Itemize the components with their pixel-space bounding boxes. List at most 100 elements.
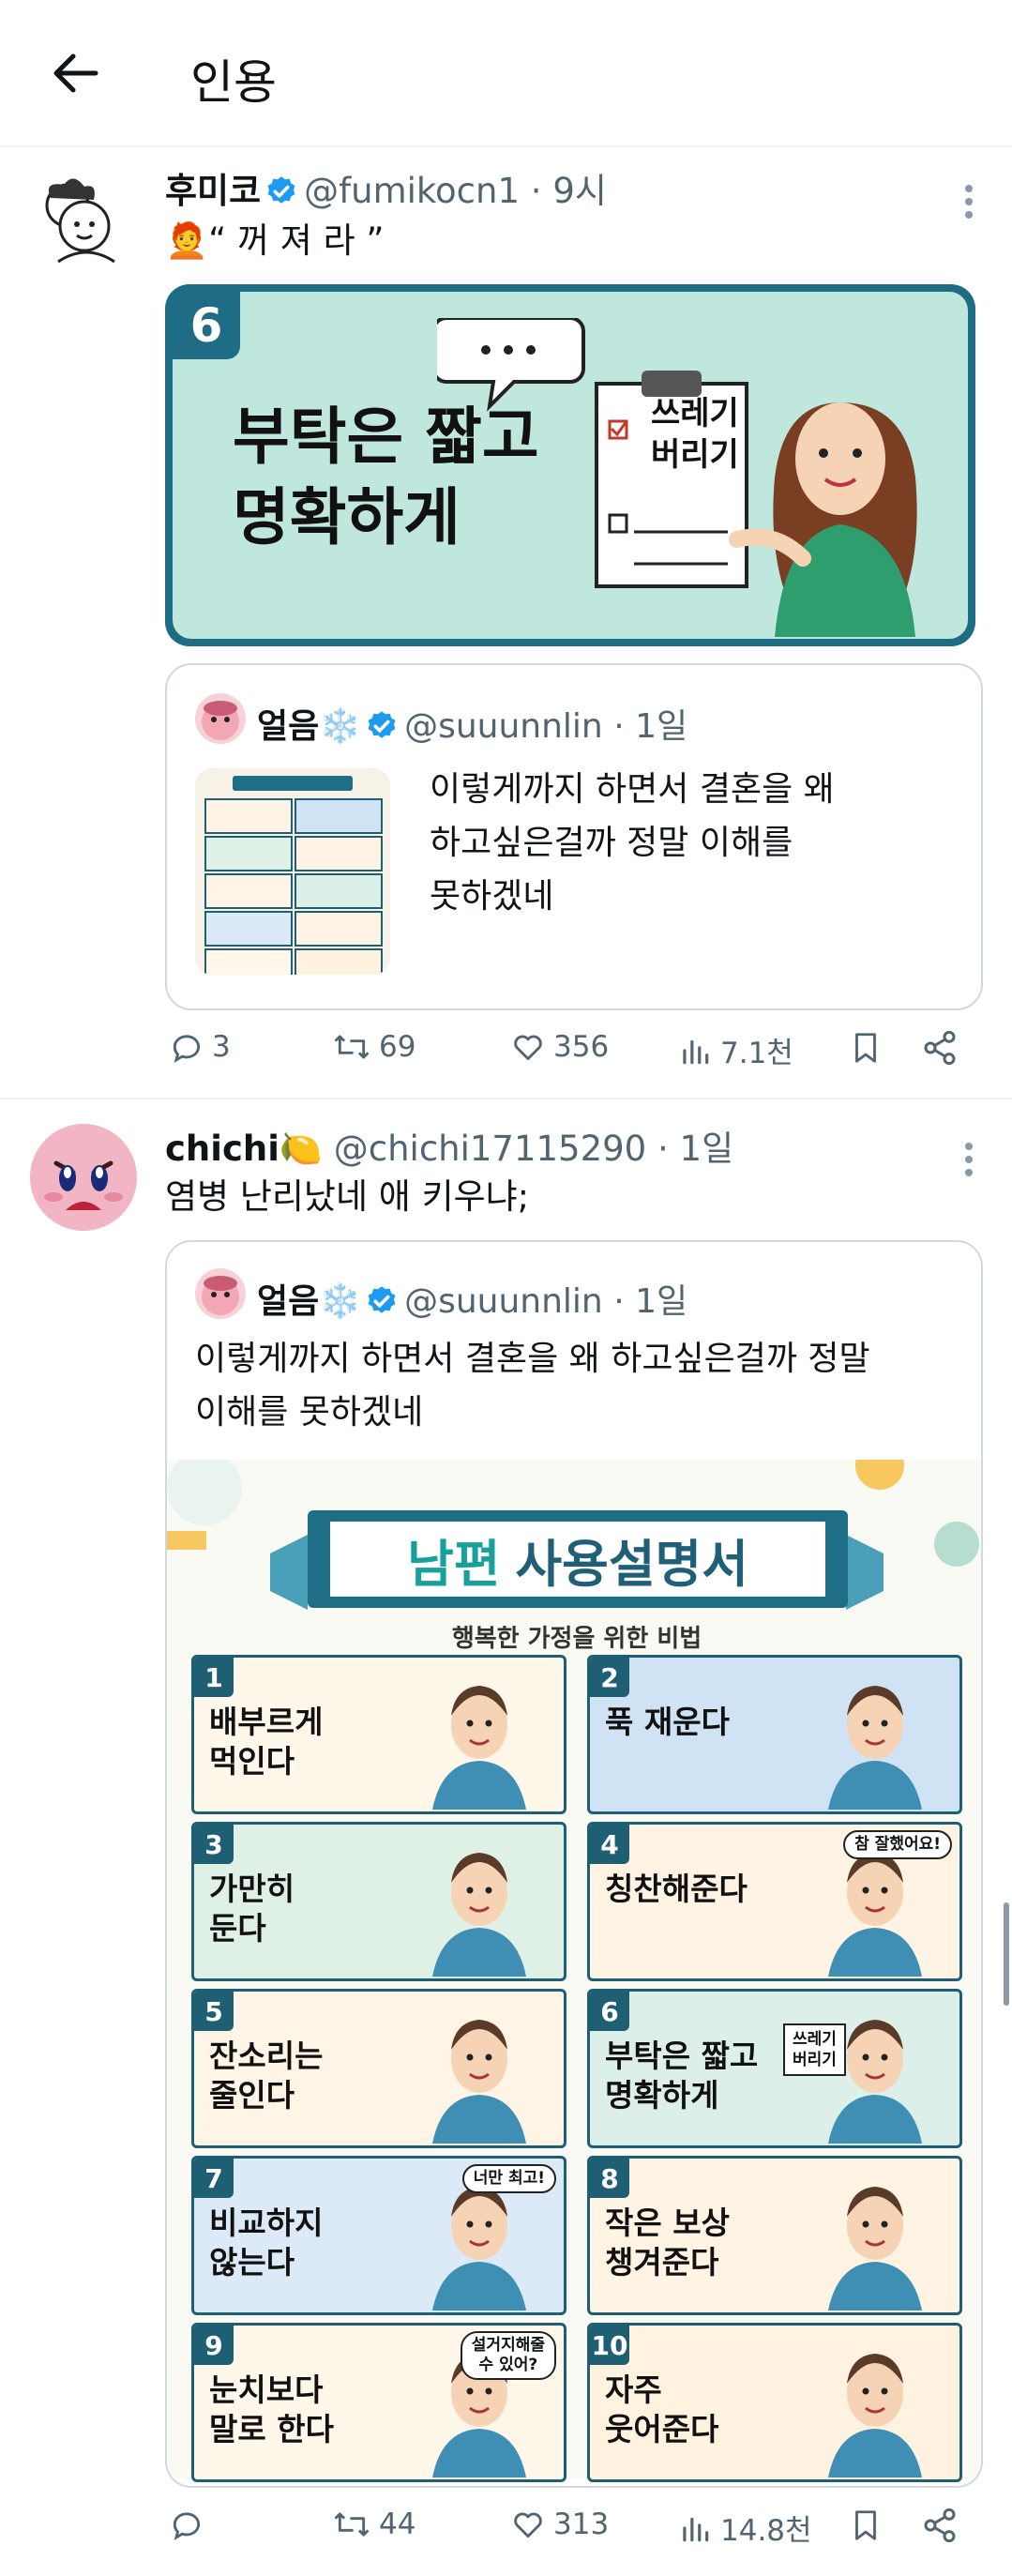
post-image[interactable]: 6 부탁은 짧고 명확하게 쓰레기 버리기 [165, 284, 975, 646]
bookmark-icon[interactable] [848, 1029, 884, 1067]
views-chart-icon [683, 1039, 709, 1064]
more-options-icon[interactable] [963, 1137, 974, 1182]
back-arrow-icon[interactable] [47, 45, 103, 101]
tile-illustration [432, 1686, 526, 1810]
tile-speech-bubble: 너만 최고! [461, 2164, 556, 2193]
quoted-avatar[interactable] [195, 693, 246, 744]
views-button[interactable]: 14.8천 [677, 2507, 812, 2549]
quoted-text-line: 이렇게까지 하면서 결혼을 왜 하고싶은걸까 정말 [195, 1340, 870, 1378]
like-button[interactable]: 356 [510, 1029, 609, 1065]
tile-label: 부탁은 짧고 명확하게 [605, 2038, 759, 2114]
quoted-text: 이렇게까지 하면서 결혼을 왜 하고싶은걸까 정말 이해를 못하겠네 [195, 1332, 870, 1439]
infographic: 남편 사용설명서 행복한 가정을 위한 비법 1 배부르게 먹인다 2 푹 재운다 3 가만… [167, 1460, 981, 2482]
quoted-author-line: 얼음❄️ @suuunnlin · 1일 [257, 707, 688, 746]
like-button[interactable]: 313 [510, 2507, 609, 2542]
quoted-image[interactable]: 남편 사용설명서 행복한 가정을 위한 비법 1 배부르게 먹인다 2 푹 재운다 3 가만… [167, 1460, 981, 2486]
quoted-text-line: 이렇게까지 하면서 결혼을 왜 [430, 770, 835, 809]
tile-speech-bubble: 참 잘했어요! [843, 1830, 952, 1859]
repost-count: 44 [379, 2508, 416, 2541]
tile-number: 9 [194, 2326, 234, 2365]
quoted-post[interactable]: 얼음❄️ @suuunnlin · 1일 이렇게까지 하면서 결혼을 왜 하고싶은… [165, 663, 983, 1010]
repost-icon [334, 2512, 370, 2537]
infographic-tile: 10 자주 웃어준다 [587, 2323, 962, 2482]
infographic-tile: 5 잔소리는 줄인다 [191, 1989, 566, 2148]
infographic-tile: 2 푹 재운다 [587, 1655, 962, 1814]
verified-badge-icon [368, 1286, 396, 1313]
tile-label: 푹 재운다 [605, 1704, 730, 1740]
infographic-tile: 6 부탁은 짧고 명확하게 쓰레기 버리기 [587, 1989, 962, 2148]
quoted-handle: @suuunnlin [404, 707, 603, 746]
infographic-title-accent: 남편 [407, 1534, 501, 1594]
handle[interactable]: @fumikocn1 [304, 171, 520, 211]
tile-label: 가만히 둔다 [209, 1871, 295, 1947]
tile-label: 작은 보상 챙겨준다 [605, 2205, 730, 2281]
tile-illustration [432, 2020, 526, 2144]
display-name[interactable]: 후미코 [165, 171, 261, 211]
top-bar: 인용 [0, 0, 1012, 147]
tile-number: 6 [590, 1992, 629, 2031]
avatar[interactable] [30, 1124, 137, 1231]
tile-label: 자주 웃어준다 [605, 2371, 719, 2447]
tile-number: 4 [590, 1825, 629, 1864]
timestamp[interactable]: 1일 [680, 1129, 734, 1169]
repost-button[interactable]: 69 [332, 1029, 415, 1065]
tile-speech-bubble: 설거지해줄 수 있어? [460, 2331, 556, 2380]
avatar[interactable] [30, 168, 137, 275]
infographic-tile: 4 칭찬해준다 참 잘했어요! [587, 1822, 962, 1981]
tile-number: 2 [590, 1658, 629, 1697]
tile-label: 잔소리는 줄인다 [209, 2038, 324, 2114]
quoted-text-line: 못하겠네 [430, 877, 554, 916]
tile-number: 1 [194, 1658, 234, 1697]
infographic-tile: 8 작은 보상 챙겨준다 [587, 2156, 962, 2315]
verified-badge-icon [267, 176, 295, 204]
verified-badge-icon [368, 711, 396, 738]
reply-icon [173, 2512, 201, 2540]
tile-number: 8 [590, 2159, 629, 2198]
post-text: 🧑‍🦰“ 꺼 져 라 ” [165, 220, 385, 261]
more-options-icon[interactable] [963, 179, 974, 224]
tile-note: 쓰레기 버리기 [783, 2023, 846, 2076]
quoted-text-line: 이해를 못하겠네 [195, 1393, 424, 1432]
reply-count: 3 [212, 1030, 231, 1064]
clipboard-note-line1: 쓰레기 [651, 395, 739, 432]
author-line: 후미코 @fumikocn1 · 9시 [165, 171, 607, 211]
handle[interactable]: @chichi17115290 [334, 1129, 646, 1169]
infographic-title: 사용설명서 [515, 1534, 748, 1594]
display-name[interactable]: chichi🍋 [165, 1129, 323, 1169]
tile-illustration [828, 1686, 922, 1810]
reply-button[interactable] [169, 2507, 212, 2542]
post[interactable]: chichi🍋 @chichi17115290 · 1일 염병 난리났네 애 키… [0, 1099, 1012, 2576]
repost-icon [334, 1035, 370, 1059]
share-icon[interactable] [921, 1029, 959, 1067]
post[interactable]: 후미코 @fumikocn1 · 9시 🧑‍🦰“ 꺼 져 라 ” 6 부탁은 짧고… [0, 145, 1012, 1093]
reply-button[interactable]: 3 [169, 1029, 231, 1065]
timestamp[interactable]: 9시 [552, 171, 607, 211]
page-title: 인용 [190, 55, 277, 110]
repost-button[interactable]: 44 [332, 2507, 415, 2542]
heart-icon [514, 1035, 542, 1061]
infographic-subtitle: 행복한 가정을 위한 비법 [451, 1625, 702, 1653]
heart-icon [514, 2512, 542, 2538]
quoted-avatar[interactable] [195, 1268, 246, 1319]
scrollbar-thumb[interactable] [1004, 1902, 1009, 2006]
tile-number: 7 [194, 2159, 234, 2198]
tile-illustration [828, 2187, 922, 2311]
infographic-tile: 1 배부르게 먹인다 [191, 1655, 566, 1814]
quoted-text-line: 하고싶은걸까 정말 이해를 [430, 824, 793, 862]
tile-number: 5 [194, 1992, 234, 2031]
tile-label: 눈치보다 말로 한다 [209, 2371, 334, 2447]
share-icon[interactable] [921, 2507, 959, 2544]
quoted-post[interactable]: 얼음❄️ @suuunnlin · 1일 이렇게까지 하면서 결혼을 왜 하고싶은… [165, 1240, 983, 2488]
infographic-tile: 9 눈치보다 말로 한다 설거지해줄 수 있어? [191, 2323, 566, 2482]
action-bar: 3 69 356 7.1천 [165, 1029, 972, 1076]
quoted-display-name: 얼음❄️ [257, 707, 362, 746]
repost-count: 69 [379, 1030, 416, 1064]
image-number: 6 [173, 292, 240, 359]
quoted-thumbnail[interactable] [195, 768, 390, 975]
quoted-timestamp: 1일 [635, 707, 688, 746]
views-button[interactable]: 7.1천 [677, 1029, 793, 1071]
like-count: 356 [553, 1030, 610, 1064]
quoted-display-name: 얼음❄️ [257, 1282, 362, 1321]
infographic-tile: 3 가만히 둔다 [191, 1822, 566, 1981]
bookmark-icon[interactable] [848, 2507, 884, 2544]
